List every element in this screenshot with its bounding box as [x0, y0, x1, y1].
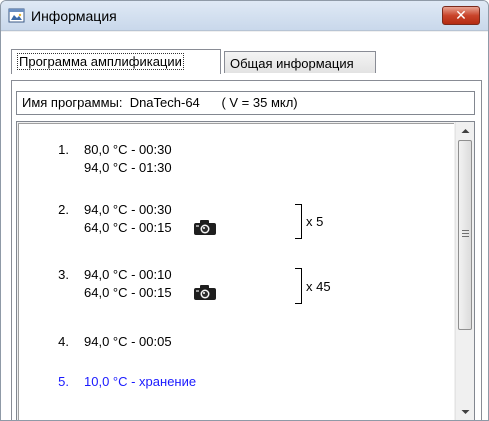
step-number: 4.: [58, 334, 69, 349]
step-line: 94,0 °C - 01:30: [84, 160, 172, 175]
window-title: Информация: [31, 8, 117, 24]
tab-label: Общая информация: [230, 56, 354, 71]
tab-amplification-program[interactable]: Программа амплификации: [11, 49, 221, 74]
tab-panel: Имя программы: DnaTech-64 ( V = 35 мкл) …: [11, 80, 482, 420]
step-number: 3.: [58, 267, 69, 282]
step-line: 94,0 °C - 00:05: [84, 334, 172, 349]
info-window: Информация ✕ Программа амплификации Обща…: [0, 0, 489, 421]
step-line: 10,0 °C - хранение: [84, 374, 197, 389]
scroll-grip-icon: [462, 236, 469, 237]
scroll-thumb[interactable]: [458, 140, 472, 330]
step-number: 5.: [58, 374, 69, 389]
repeat-count: x 5: [306, 214, 324, 229]
close-button[interactable]: ✕: [442, 6, 480, 25]
tab-strip: Программа амплификации Общая информация: [11, 49, 482, 74]
step-line: 80,0 °C - 00:30: [84, 142, 172, 157]
step-number: 1.: [58, 142, 69, 157]
tab-general-info[interactable]: Общая информация: [224, 51, 376, 73]
scroll-up-button[interactable]: [456, 122, 475, 139]
repeat-bracket: [295, 268, 302, 304]
app-window-icon: [8, 8, 25, 23]
scroll-grip-icon: [462, 230, 469, 231]
step-line: 94,0 °C - 00:30: [84, 202, 172, 217]
step-line: 94,0 °C - 00:10: [84, 267, 172, 282]
close-icon: ✕: [455, 7, 467, 24]
step-number: 2.: [58, 202, 69, 217]
repeat-bracket: [295, 204, 302, 239]
tab-label: Программа амплификации: [17, 53, 184, 70]
window-client: Программа амплификации Общая информация …: [1, 32, 488, 420]
step-line: 64,0 °C - 00:15: [84, 220, 172, 235]
scroll-up-arrow-icon: [461, 128, 470, 133]
scroll-down-button[interactable]: [456, 403, 475, 420]
program-steps-list: 1. 80,0 °C - 00:30 94,0 °C - 01:30 2. 94…: [18, 123, 454, 420]
step-line: 64,0 °C - 00:15: [84, 285, 172, 300]
program-name-box: Имя программы: DnaTech-64 ( V = 35 мкл): [16, 91, 475, 115]
vertical-scrollbar[interactable]: [455, 122, 474, 420]
repeat-count: x 45: [306, 279, 331, 294]
camera-icon: [194, 285, 216, 300]
scroll-grip-icon: [462, 233, 469, 234]
scroll-down-arrow-icon: [461, 409, 470, 414]
title-bar[interactable]: Информация ✕: [1, 1, 488, 31]
camera-icon: [194, 220, 216, 235]
program-steps-box: 1. 80,0 °C - 00:30 94,0 °C - 01:30 2. 94…: [16, 121, 475, 420]
